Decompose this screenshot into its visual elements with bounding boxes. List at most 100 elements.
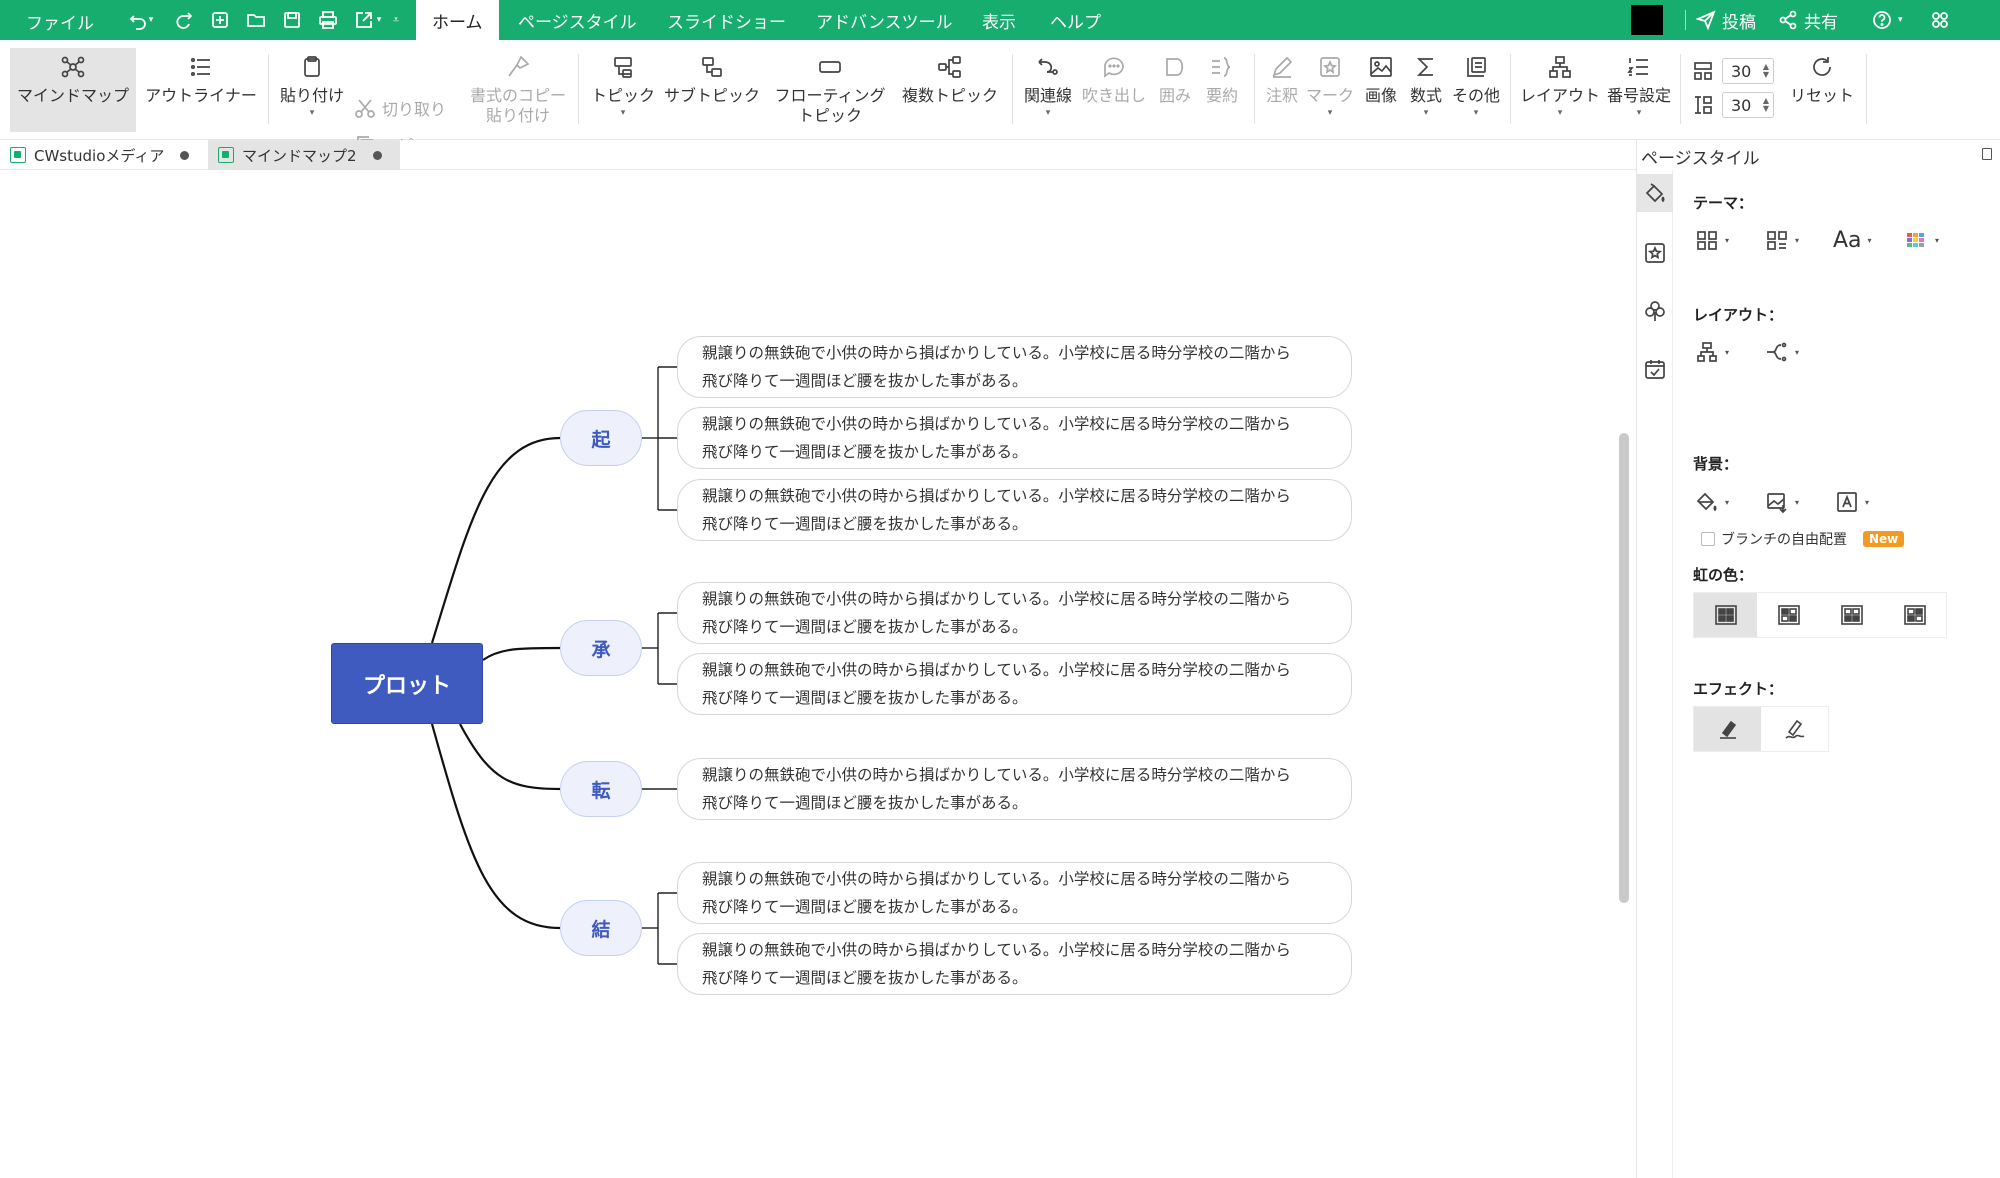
reset-button[interactable]: リセット <box>1784 48 1860 132</box>
format-painter-button[interactable]: 書式のコピー 貼り付け <box>462 48 574 132</box>
pin-panel-icon[interactable] <box>1982 148 1992 160</box>
callout-button[interactable]: 吹き出し <box>1078 48 1150 132</box>
share-button[interactable]: 共有 <box>1778 0 1838 40</box>
note-button[interactable]: 注釈 <box>1262 48 1302 132</box>
leaf-topic[interactable]: 親譲りの無鉄砲で小供の時から損ばかりしている。小学校に居る時分学校の二階から 飛… <box>677 479 1352 541</box>
tab-help[interactable]: ヘルプ <box>1034 0 1117 40</box>
vertical-spacing-input[interactable]: 30 ▲ ▼ <box>1722 92 1774 118</box>
outliner-view-button[interactable]: アウトライナー <box>140 48 262 132</box>
tab-advanced-tools[interactable]: アドバンスツール <box>800 0 969 40</box>
undo-dropdown-icon[interactable]: ▾ <box>144 0 158 40</box>
tab-slideshow[interactable]: スライドショー <box>651 0 802 40</box>
branch-topic-ki[interactable]: 起 <box>560 410 642 466</box>
paste-button[interactable]: 貼り付け ▾ <box>276 48 348 132</box>
cut-button[interactable]: 切り取り <box>354 96 446 120</box>
paste-dropdown-icon[interactable]: ▾ <box>310 108 315 118</box>
redo-icon[interactable] <box>168 0 200 40</box>
rainbow-option-2[interactable] <box>1757 593 1820 637</box>
apps-button[interactable] <box>1930 0 1950 40</box>
multiple-topics-button[interactable]: 複数トピック <box>898 48 1002 132</box>
leaf-topic[interactable]: 親譲りの無鉄砲で小供の時から損ばかりしている。小学校に居る時分学校の二階から 飛… <box>677 582 1352 644</box>
tab-view[interactable]: 表示 <box>966 0 1032 40</box>
leaf-topic[interactable]: 親譲りの無鉄砲で小供の時から損ばかりしている。小学校に居る時分学校の二階から 飛… <box>677 862 1352 924</box>
summary-button[interactable]: 要約 <box>1200 48 1244 132</box>
mark-dropdown-icon[interactable]: ▾ <box>1328 108 1333 118</box>
topic-button[interactable]: トピック ▾ <box>586 48 660 132</box>
new-icon[interactable] <box>204 0 236 40</box>
floating-topic-button[interactable]: フローティング トピック <box>766 48 894 132</box>
connector-style-selector[interactable]: ▾ <box>1765 340 1799 364</box>
horizontal-spacing-input[interactable]: 30 ▲ ▼ <box>1722 58 1774 84</box>
open-folder-icon[interactable] <box>240 0 272 40</box>
customize-toolbar-icon[interactable]: ⩡ <box>388 0 404 40</box>
leaf-topic[interactable]: 親譲りの無鉄砲で小供の時から損ばかりしている。小学校に居る時分学校の二階から 飛… <box>677 933 1352 995</box>
user-avatar[interactable] <box>1631 5 1663 35</box>
color-palette-selector[interactable]: ▾ <box>1905 228 1939 252</box>
task-tab[interactable] <box>1637 350 1673 388</box>
other-dropdown-icon[interactable]: ▾ <box>1474 108 1479 118</box>
apps-grid-icon <box>1932 12 1948 28</box>
leaf-topic[interactable]: 親譲りの無鉄砲で小供の時から損ばかりしている。小学校に居る時分学校の二階から 飛… <box>677 336 1352 398</box>
background-image-selector[interactable]: ▾ <box>1765 490 1799 514</box>
root-topic[interactable]: プロット <box>331 643 483 724</box>
font-selector[interactable]: Aa ▾ <box>1833 228 1872 253</box>
page-style-tab[interactable] <box>1637 174 1673 212</box>
paint-bucket-icon <box>1645 183 1665 203</box>
free-branch-option[interactable]: ブランチの自由配置 New <box>1701 529 1905 549</box>
clipart-tab[interactable] <box>1637 292 1673 330</box>
print-icon[interactable] <box>312 0 344 40</box>
branch-topic-ketsu[interactable]: 結 <box>560 900 642 956</box>
free-branch-checkbox[interactable] <box>1701 532 1715 546</box>
vertical-spacing-control: 30 ▲ ▼ <box>1692 92 1774 118</box>
layout-structure-selector[interactable]: ▾ <box>1695 340 1729 364</box>
branch-topic-ten[interactable]: 転 <box>560 761 642 817</box>
mindmap-view-button[interactable]: マインドマップ <box>10 48 136 132</box>
vertical-spacing-stepper[interactable]: ▲ ▼ <box>1763 97 1769 113</box>
post-button[interactable]: 投稿 <box>1696 0 1756 40</box>
image-button[interactable]: 画像 <box>1358 48 1404 132</box>
relationship-button[interactable]: 関連線 ▾ <box>1020 48 1076 132</box>
canvas-scrollbar[interactable] <box>1619 433 1629 903</box>
background-color-selector[interactable]: ▾ <box>1695 490 1729 514</box>
horizontal-spacing-stepper[interactable]: ▲ ▼ <box>1763 63 1769 79</box>
layout-dropdown-icon[interactable]: ▾ <box>1558 108 1563 118</box>
mark-tab[interactable] <box>1637 234 1673 272</box>
doc-tab-mindmap2[interactable]: マインドマップ2 <box>208 140 400 170</box>
rainbow-option-3[interactable] <box>1820 593 1883 637</box>
numbering-dropdown-icon[interactable]: ▾ <box>1637 108 1642 118</box>
effect-option-hand-drawn[interactable] <box>1761 707 1828 751</box>
menu-file[interactable]: ファイル <box>26 9 94 34</box>
color-theme-selector[interactable]: ▾ <box>1765 228 1799 252</box>
export-dropdown-icon[interactable]: ▾ <box>372 0 386 40</box>
palette-icon <box>1907 233 1924 247</box>
doc-tab-cwstudio[interactable]: CWstudioメディア <box>0 140 206 170</box>
rainbow-option-4[interactable] <box>1883 593 1946 637</box>
theme-heading: テーマ： <box>1693 194 1754 212</box>
formula-button[interactable]: 数式 ▾ <box>1406 48 1446 132</box>
subtopic-button[interactable]: サブトピック <box>662 48 762 132</box>
relationship-dropdown-icon[interactable]: ▾ <box>1046 108 1051 118</box>
mark-button[interactable]: マーク ▾ <box>1304 48 1356 132</box>
background-color-dropdown-icon: ▾ <box>1725 497 1730 507</box>
ribbon-separator <box>1680 54 1681 124</box>
boundary-button[interactable]: 囲み <box>1152 48 1198 132</box>
theme-selector[interactable]: ▾ <box>1695 228 1729 252</box>
leaf-topic[interactable]: 親譲りの無鉄砲で小供の時から損ばかりしている。小学校に居る時分学校の二階から 飛… <box>677 407 1352 469</box>
numbering-button[interactable]: 番号設定 ▾ <box>1604 48 1674 132</box>
topic-dropdown-icon[interactable]: ▾ <box>621 108 626 118</box>
watermark-selector[interactable]: ▾ <box>1835 490 1869 514</box>
formula-dropdown-icon[interactable]: ▾ <box>1424 108 1429 118</box>
unsaved-dot-icon[interactable] <box>372 150 382 160</box>
unsaved-dot-icon[interactable] <box>180 150 190 160</box>
effect-option-normal[interactable] <box>1694 707 1761 751</box>
help-button[interactable]: ▾ <box>1872 0 1903 40</box>
layout-button[interactable]: レイアウト ▾ <box>1518 48 1602 132</box>
leaf-topic[interactable]: 親譲りの無鉄砲で小供の時から損ばかりしている。小学校に居る時分学校の二階から 飛… <box>677 653 1352 715</box>
other-button[interactable]: その他 ▾ <box>1448 48 1504 132</box>
branch-topic-sho[interactable]: 承 <box>560 620 642 676</box>
leaf-topic[interactable]: 親譲りの無鉄砲で小供の時から損ばかりしている。小学校に居る時分学校の二階から 飛… <box>677 758 1352 820</box>
rainbow-option-1[interactable] <box>1694 593 1757 637</box>
tab-home[interactable]: ホーム <box>416 0 499 40</box>
tab-page-style[interactable]: ページスタイル <box>502 0 653 40</box>
save-icon[interactable] <box>276 0 308 40</box>
